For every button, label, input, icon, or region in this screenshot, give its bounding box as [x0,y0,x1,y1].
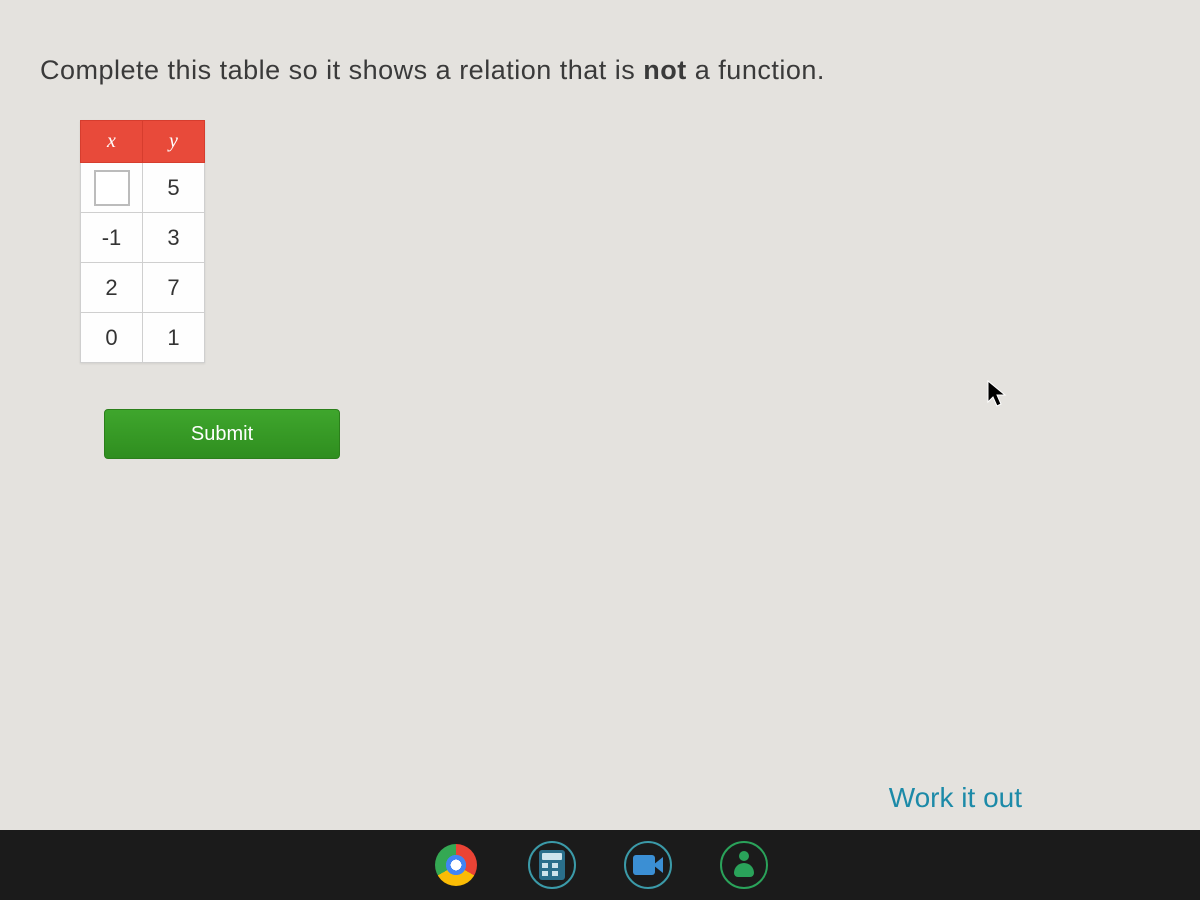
cell-y: 7 [143,263,205,313]
mouse-cursor-icon [986,380,1008,408]
shelf-app-video[interactable] [624,841,672,889]
question-content: Complete this table so it shows a relati… [0,0,1200,459]
cell-x: 2 [81,263,143,313]
prompt-pre: Complete this table so it shows a relati… [40,55,643,85]
table-row: 5 [81,163,205,213]
submit-button[interactable]: Submit [104,409,340,459]
person-icon [731,851,757,879]
cell-y: 5 [143,163,205,213]
shelf-app-chrome[interactable] [432,841,480,889]
cell-x: -1 [81,213,143,263]
table-row: -1 3 [81,213,205,263]
col-header-x: x [81,121,143,163]
x-input-0[interactable] [94,170,130,206]
video-camera-icon [633,855,663,875]
table-row: 0 1 [81,313,205,363]
calculator-icon [539,850,565,880]
shelf-app-calculator[interactable] [528,841,576,889]
prompt-bold: not [643,55,686,85]
work-it-out-link[interactable]: Work it out [889,782,1022,814]
shelf-app-account[interactable] [720,841,768,889]
chrome-icon [435,844,477,886]
prompt-post: a function. [687,55,825,85]
xy-table: x y 5 -1 3 2 7 [80,120,205,363]
cell-x-input [81,163,143,213]
cell-x: 0 [81,313,143,363]
cell-y: 1 [143,313,205,363]
table-row: 2 7 [81,263,205,313]
xy-table-wrap: x y 5 -1 3 2 7 [80,120,274,459]
cell-y: 3 [143,213,205,263]
col-header-y: y [143,121,205,163]
chromeos-shelf [0,830,1200,900]
question-prompt: Complete this table so it shows a relati… [40,55,1160,86]
